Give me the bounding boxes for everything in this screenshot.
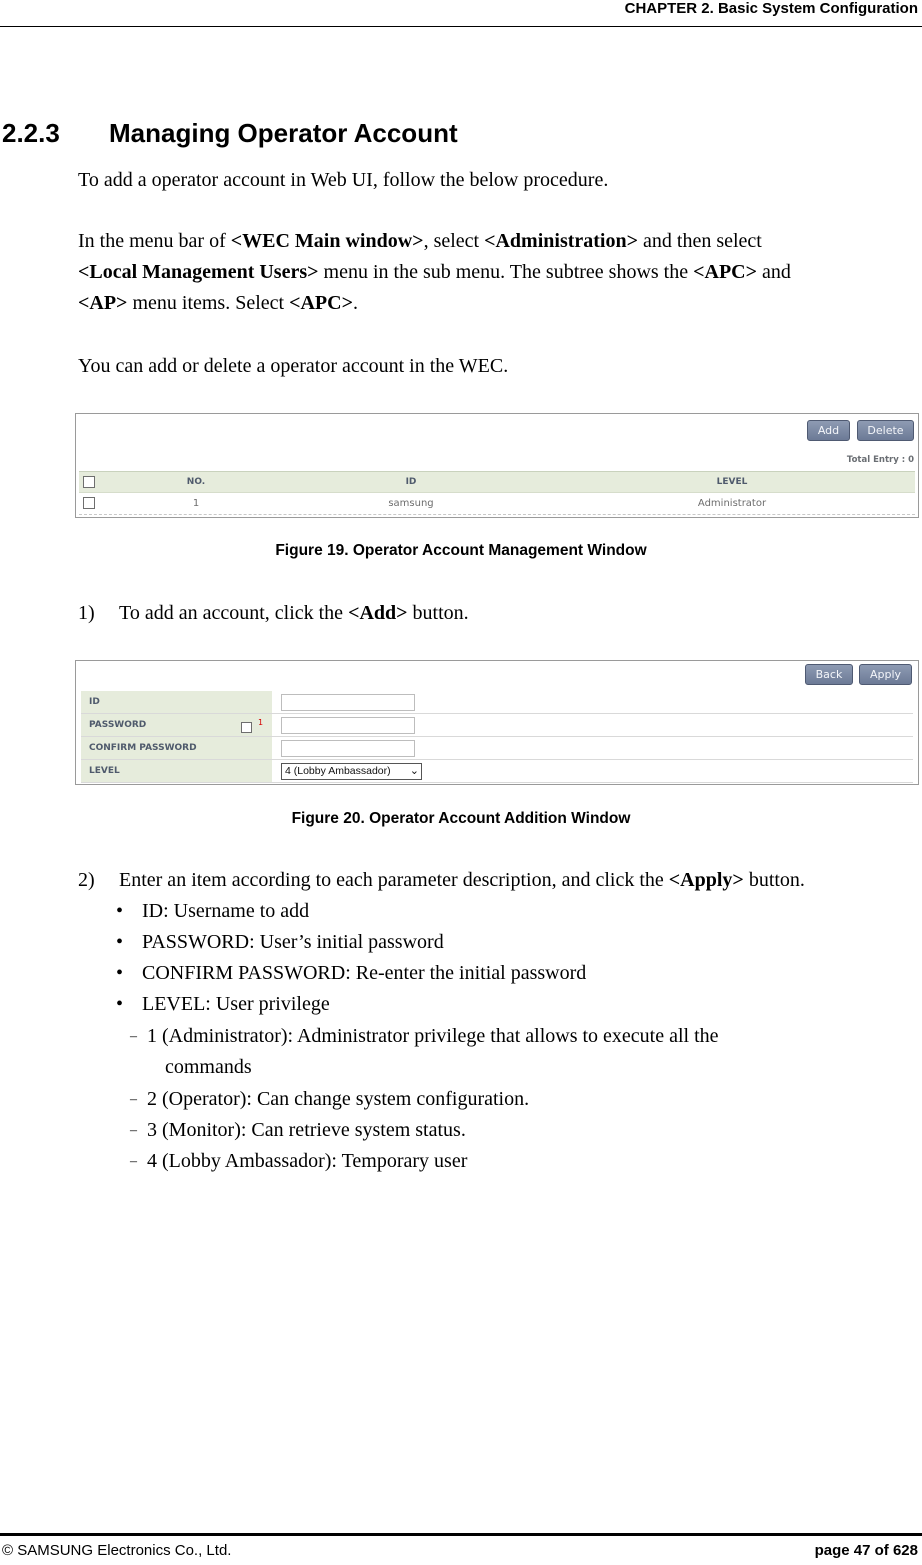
cell-level: Administrator [697, 498, 767, 509]
password-input[interactable] [281, 717, 415, 734]
back-button[interactable]: Back [805, 664, 853, 685]
table-header: NO. ID LEVEL [79, 471, 915, 493]
bullet-confirm-password: • CONFIRM PASSWORD: Re-enter the initial … [116, 962, 587, 984]
column-header-level[interactable]: LEVEL [717, 477, 748, 487]
password-label: PASSWORD [89, 720, 147, 730]
navigation-paragraph: In the menu bar of <WEC Main window>, se… [78, 230, 791, 314]
form-row-id: ID [81, 691, 913, 714]
operator-account-management-window: Add Delete Total Entry : 0 NO. ID LEVEL … [75, 413, 919, 518]
id-input[interactable] [281, 694, 415, 711]
section-number: 2.2.3 [2, 118, 60, 148]
table-row[interactable]: 1 samsung Administrator [79, 494, 915, 515]
operator-account-addition-window: Back Apply ID PASSWORD 1 CONFIRM PASSWOR… [75, 660, 919, 785]
bullet-level: • LEVEL: User privilege [116, 993, 330, 1015]
copyright: © SAMSUNG Electronics Co., Ltd. [2, 1542, 232, 1559]
running-header: CHAPTER 2. Basic System Configuration [624, 0, 918, 17]
form-row-confirm-password: CONFIRM PASSWORD [81, 737, 913, 760]
level-selected-value: 4 (Lobby Ambassador) [285, 765, 391, 777]
password-checkbox[interactable] [241, 722, 252, 733]
level-item-administrator: – 1 (Administrator): Administrator privi… [130, 1025, 719, 1078]
password-marker: 1 [258, 718, 264, 727]
add-delete-paragraph: You can add or delete a operator account… [78, 355, 509, 377]
column-header-no[interactable]: NO. [187, 477, 205, 487]
level-item-operator: – 2 (Operator): Can change system config… [130, 1088, 530, 1110]
level-item-monitor: – 3 (Monitor): Can retrieve system statu… [130, 1119, 466, 1141]
total-entry: Total Entry : 0 [846, 455, 914, 465]
step-2: 2) Enter an item according to each parame… [78, 869, 805, 891]
cell-id: samsung [388, 498, 434, 509]
page-number: page 47 of 628 [814, 1542, 918, 1559]
figure-20-caption: Figure 20. Operator Account Addition Win… [291, 810, 631, 827]
chevron-down-icon: ⌄ [409, 765, 419, 777]
cell-no: 1 [192, 498, 200, 509]
footer-rule [0, 1533, 922, 1536]
confirm-password-label: CONFIRM PASSWORD [89, 743, 197, 753]
section-title-text: Managing Operator Account [109, 118, 458, 148]
figure-19-caption: Figure 19. Operator Account Management W… [275, 542, 647, 559]
column-header-id[interactable]: ID [406, 477, 417, 487]
level-label: LEVEL [89, 766, 120, 776]
form-row-password: PASSWORD 1 [81, 714, 913, 737]
level-select[interactable]: 4 (Lobby Ambassador) ⌄ [281, 763, 422, 780]
header-rule [0, 26, 922, 27]
bullet-password: • PASSWORD: User’s initial password [116, 931, 444, 953]
id-label: ID [89, 697, 100, 707]
bullet-id: • ID: Username to add [116, 900, 310, 922]
row-checkbox[interactable] [83, 497, 95, 509]
level-item-lobby-ambassador: – 4 (Lobby Ambassador): Temporary user [130, 1150, 468, 1172]
apply-button[interactable]: Apply [859, 664, 912, 685]
form-row-level: LEVEL 4 (Lobby Ambassador) ⌄ [81, 760, 913, 783]
delete-button[interactable]: Delete [857, 420, 914, 441]
select-all-checkbox[interactable] [83, 476, 95, 488]
intro-paragraph: To add a operator account in Web UI, fol… [78, 169, 609, 191]
confirm-password-input[interactable] [281, 740, 415, 757]
step-1: 1) To add an account, click the <Add> but… [78, 602, 469, 624]
section-title: 2.2.3 Managing Operator Account [2, 117, 458, 149]
add-button[interactable]: Add [807, 420, 850, 441]
